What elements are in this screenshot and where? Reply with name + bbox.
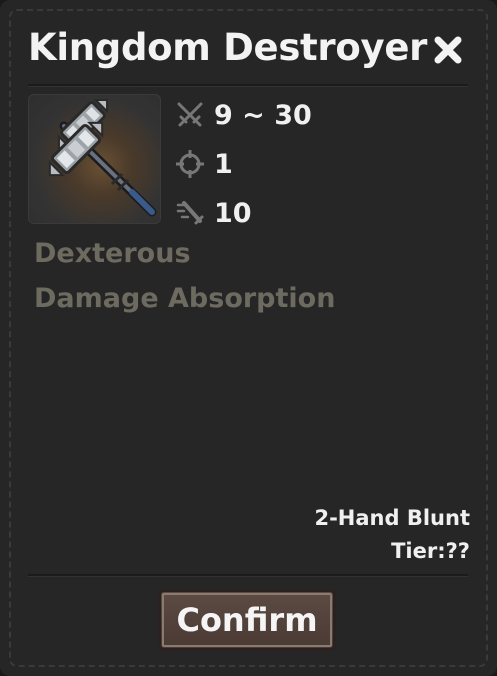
crossed-swords-icon <box>177 102 203 127</box>
item-tier: Tier:?? <box>391 539 470 563</box>
weapon-type: 2-Hand Blunt <box>314 506 470 530</box>
crosshair-icon <box>176 150 204 178</box>
double-headed-mace-icon <box>48 98 157 217</box>
damage-stat: 9 ~ 30 <box>174 97 312 133</box>
item-title: Kingdom Destroyer <box>28 26 428 69</box>
trait-dexterous: Dexterous <box>34 238 191 269</box>
close-icon <box>434 36 462 64</box>
title-divider <box>28 84 468 87</box>
footer-divider <box>28 574 468 577</box>
trait-damage-absorption: Damage Absorption <box>34 283 336 314</box>
item-info-dialog: Kingdom Destroyer 9 ~ 30 1 10 Dexterous … <box>0 0 497 676</box>
close-button[interactable] <box>430 32 466 68</box>
speed-value: 10 <box>214 197 252 229</box>
speed-stat: 10 <box>174 195 252 231</box>
range-value: 1 <box>214 148 233 180</box>
damage-value: 9 ~ 30 <box>214 99 312 131</box>
confirm-button[interactable]: Confirm <box>158 589 336 651</box>
item-icon-frame <box>28 94 161 224</box>
speed-icon <box>176 201 204 225</box>
range-stat: 1 <box>174 146 233 182</box>
